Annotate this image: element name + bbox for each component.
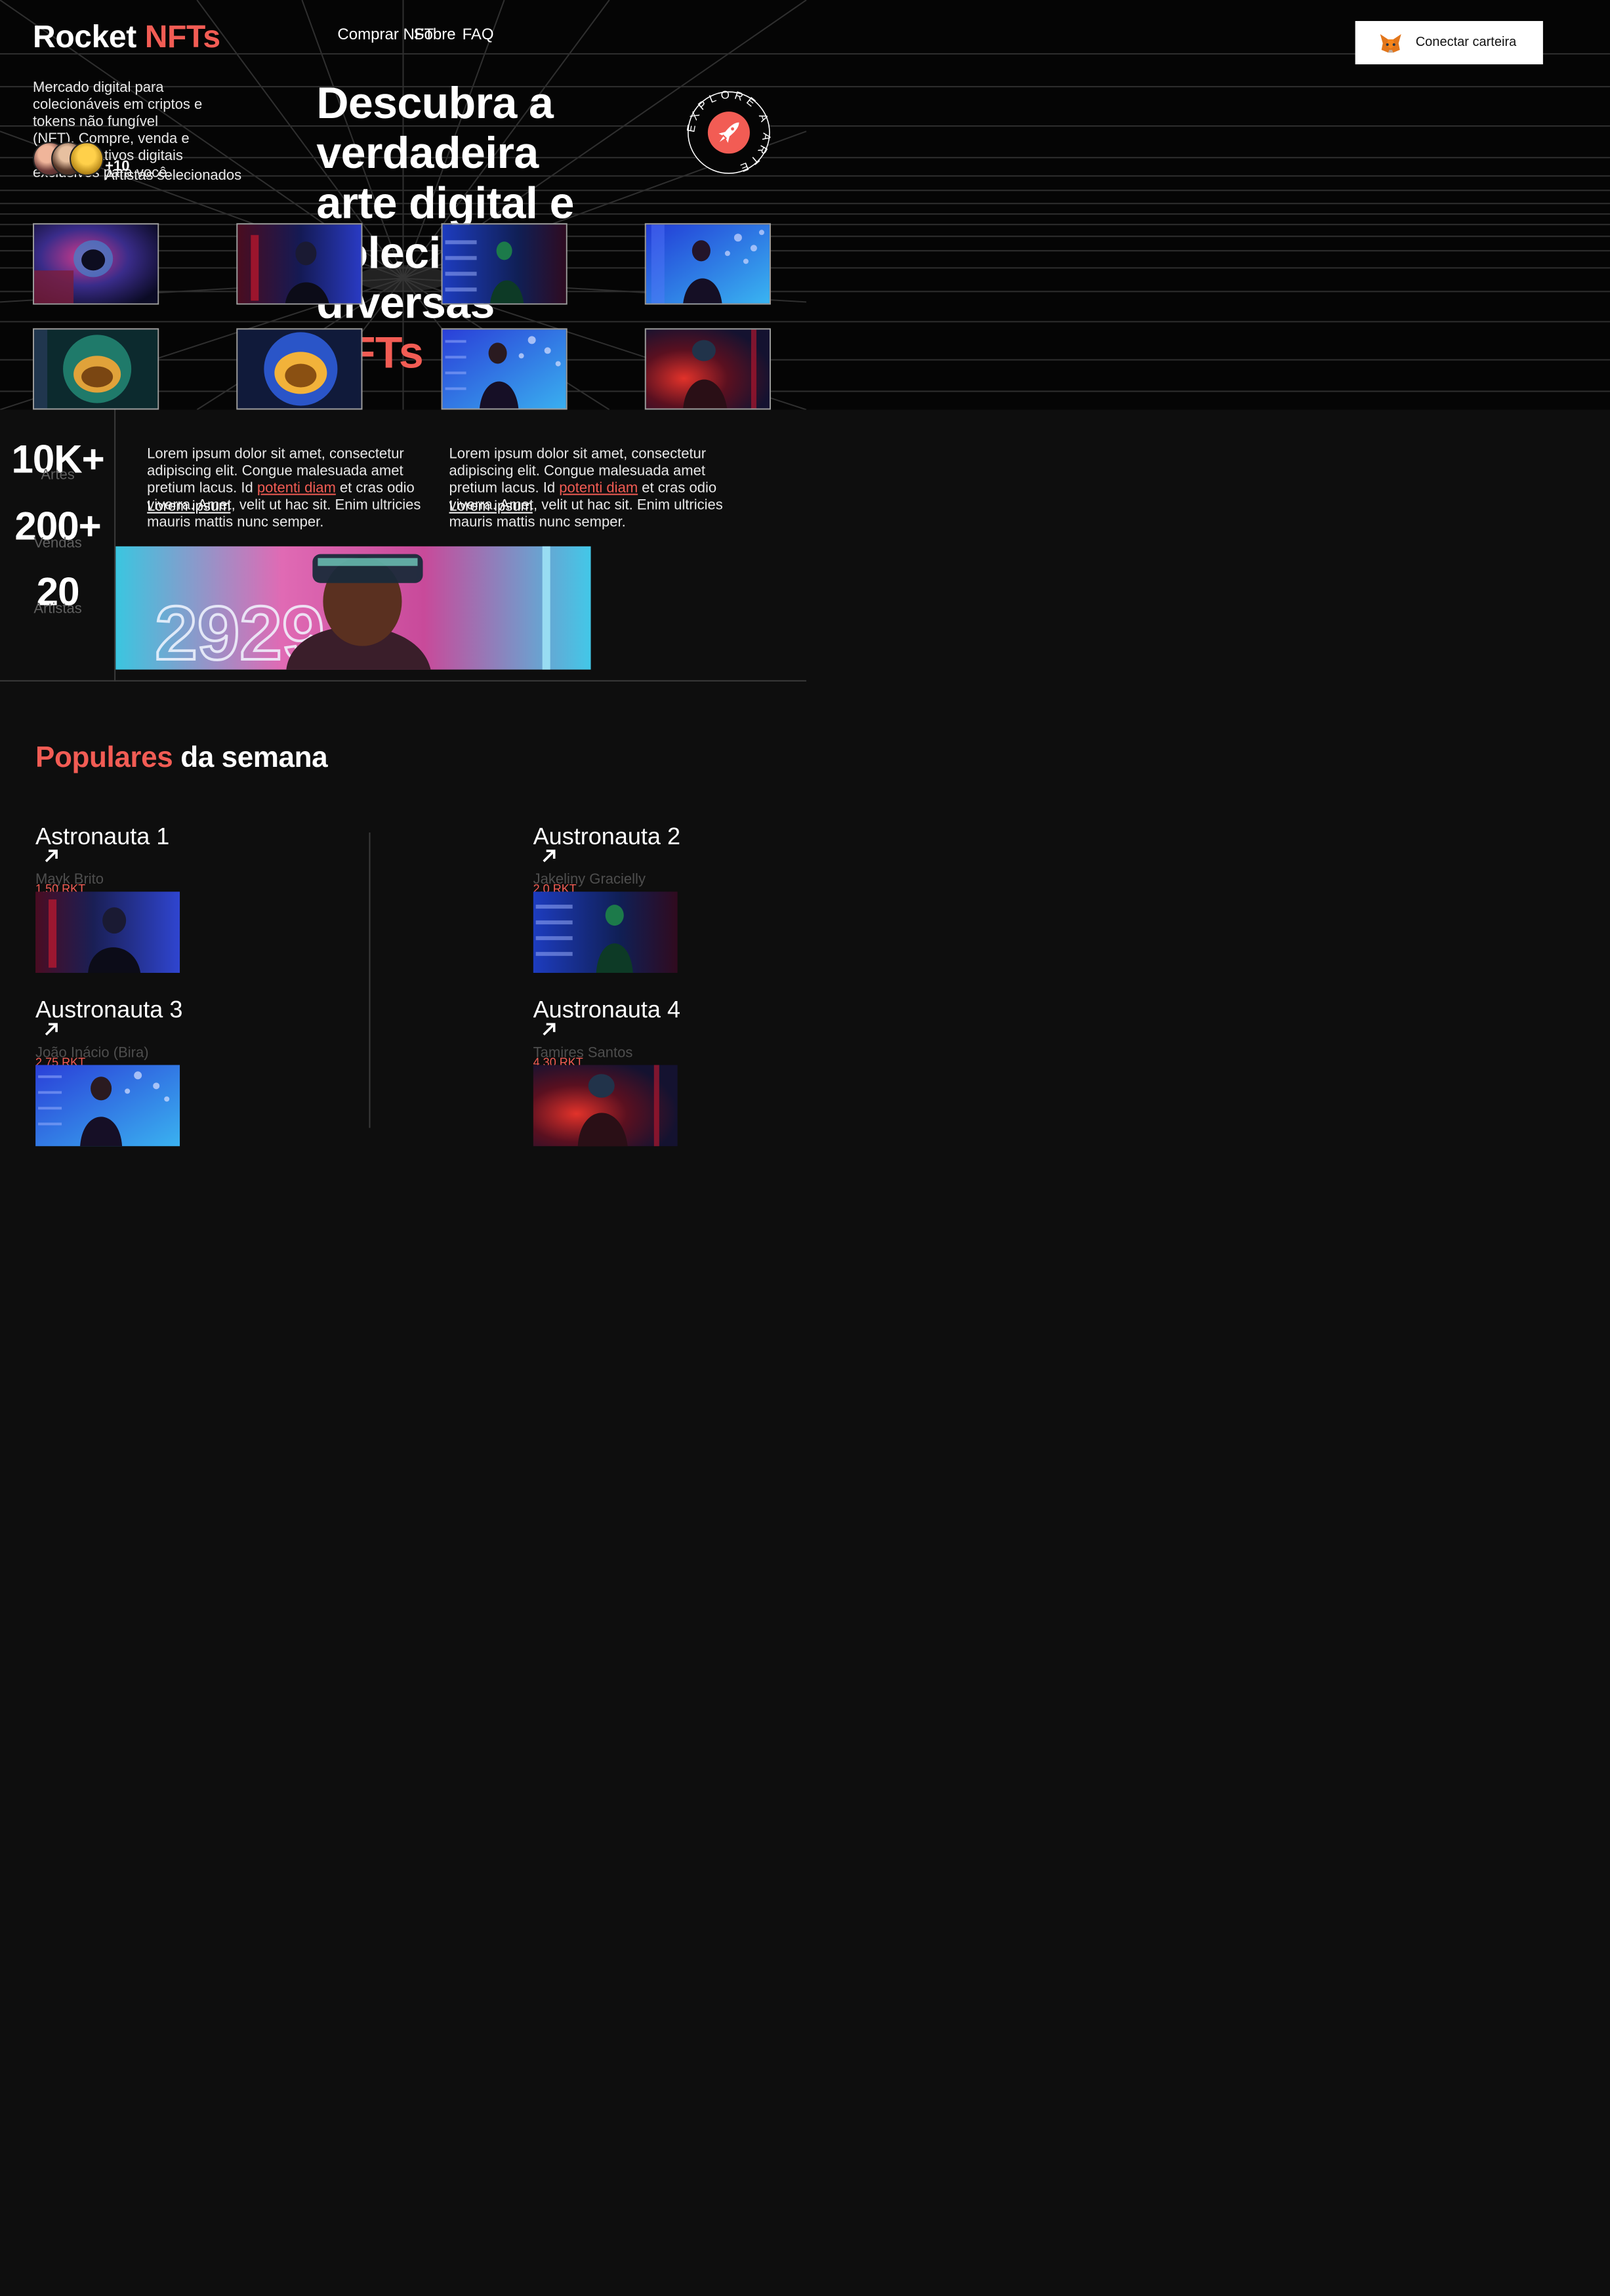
nft-image (646, 329, 770, 409)
arrow-up-right-icon[interactable] (41, 1019, 62, 1040)
about-link-2[interactable]: Lorem ipsum (449, 499, 533, 515)
artists-label: Artistas selecionados (105, 168, 242, 184)
explore-badge[interactable]: EXPLORE A ARTE (687, 91, 771, 174)
nft-image (442, 329, 566, 409)
featured-banner: 2929 (115, 546, 591, 670)
about-paragraph-2: Lorem ipsum dolor sit amet, consectetur … (449, 446, 723, 531)
connect-wallet-button[interactable]: Conectar carteira (1355, 21, 1543, 65)
nav-sobre[interactable]: Sobre (414, 25, 456, 43)
card-image-3[interactable] (35, 1065, 180, 1147)
nft-image (35, 892, 180, 974)
nft-image (34, 224, 158, 304)
cards-divider (369, 832, 371, 1128)
about-link-1[interactable]: Lorem ipsum (147, 499, 230, 515)
hero-section: Rocket NFTs Comprar NFT Sobre FAQ Conect… (0, 0, 1610, 410)
gallery-item-2[interactable] (236, 223, 363, 305)
gallery-item-3[interactable] (441, 223, 568, 305)
avatar (70, 142, 104, 176)
nft-image (237, 329, 361, 409)
stats-column: 10K+ Artes 200+ Vendas 20 Artistas (0, 409, 116, 682)
about-paragraph-1: Lorem ipsum dolor sit amet, consectetur … (147, 446, 421, 531)
gallery-item-1[interactable] (33, 223, 159, 305)
section-divider (0, 680, 806, 682)
gallery-item-4[interactable] (644, 223, 771, 305)
gallery-item-8[interactable] (644, 328, 771, 410)
stat-label-artistas: Artistas (33, 601, 82, 617)
nft-image (533, 892, 678, 974)
card-image-1[interactable] (35, 892, 180, 974)
card-image-4[interactable] (533, 1065, 678, 1147)
artist-avatars (33, 142, 105, 176)
card-image-2[interactable] (533, 892, 678, 974)
about-highlight-link[interactable]: potenti diam (257, 481, 336, 497)
metamask-fox-icon (1380, 33, 1401, 52)
stat-label-artes: Artes (41, 467, 75, 483)
site-header: Rocket NFTs Comprar NFT Sobre FAQ Conect… (0, 0, 1610, 65)
arrow-up-right-icon[interactable] (41, 846, 62, 867)
arrow-up-right-icon[interactable] (539, 846, 560, 867)
nav-faq[interactable]: FAQ (463, 25, 494, 43)
gallery-item-5[interactable] (33, 328, 159, 410)
stat-label-vendas: Vendas (33, 535, 82, 552)
about-highlight-link[interactable]: potenti diam (559, 481, 638, 497)
nft-image (533, 1065, 678, 1147)
gallery-item-6[interactable] (236, 328, 363, 410)
nft-image (237, 224, 361, 304)
gallery-item-7[interactable] (441, 328, 568, 410)
logo[interactable]: Rocket NFTs (33, 20, 220, 56)
nft-image (442, 224, 566, 304)
nft-image (34, 329, 158, 409)
connect-wallet-label: Conectar carteira (1415, 35, 1517, 51)
populares-title: Populares da semana (35, 740, 328, 773)
arrow-up-right-icon[interactable] (539, 1019, 560, 1040)
page: Rocket NFTs Comprar NFT Sobre FAQ Conect… (0, 0, 1610, 2296)
nft-image (35, 1065, 180, 1147)
nft-image (646, 224, 770, 304)
banner-image: 2929 (115, 546, 591, 670)
